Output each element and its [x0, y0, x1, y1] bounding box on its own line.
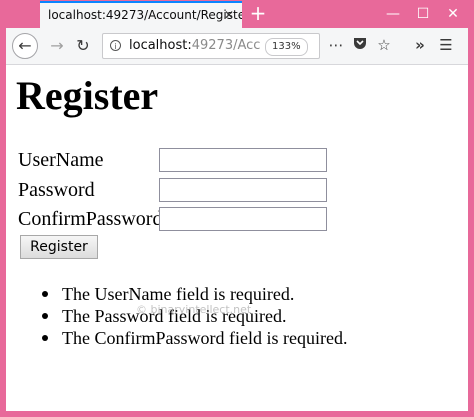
tab-title: localhost:49273/Account/Register — [48, 8, 242, 22]
window-close-button[interactable]: ✕ — [438, 0, 468, 28]
validation-error: The UserName field is required. — [42, 283, 347, 305]
username-field[interactable] — [159, 148, 327, 172]
nav-toolbar: ← → ↻ i localhost:49273/Acc 133% ⋯ ☆ » ☰ — [6, 28, 468, 65]
tab-strip: localhost:49273/Account/Register ✕ + — ☐… — [6, 0, 468, 28]
overflow-icon[interactable]: » — [410, 36, 430, 54]
back-icon[interactable]: ← — [12, 33, 38, 59]
confirm-password-label: ConfirmPassword — [18, 208, 163, 230]
url-text[interactable]: localhost:49273/Acc — [129, 38, 261, 53]
menu-icon[interactable]: ☰ — [436, 36, 456, 54]
browser-window: localhost:49273/Account/Register ✕ + — ☐… — [6, 0, 468, 411]
url-bar[interactable]: i localhost:49273/Acc 133% — [102, 33, 320, 59]
info-icon[interactable]: i — [110, 40, 121, 51]
register-button[interactable]: Register — [20, 235, 98, 259]
reload-icon[interactable]: ↻ — [70, 33, 96, 59]
validation-error: The ConfirmPassword field is required. — [42, 327, 347, 349]
password-field[interactable] — [159, 178, 327, 202]
page-content: Register UserName Password ConfirmPasswo… — [6, 65, 468, 411]
confirm-password-field[interactable] — [159, 207, 327, 231]
page-title: Register — [16, 73, 159, 118]
minimize-button[interactable]: — — [378, 0, 408, 28]
validation-summary: The UserName field is required. The Pass… — [42, 283, 347, 349]
watermark: © binaryintellect.net — [136, 303, 252, 316]
zoom-indicator[interactable]: 133% — [265, 38, 308, 56]
bookmark-star-icon[interactable]: ☆ — [374, 36, 394, 54]
new-tab-button[interactable]: + — [246, 2, 270, 26]
forward-icon[interactable]: → — [44, 33, 70, 59]
browser-tab[interactable]: localhost:49273/Account/Register ✕ — [40, 1, 242, 28]
maximize-button[interactable]: ☐ — [408, 0, 438, 28]
username-label: UserName — [18, 149, 104, 171]
password-label: Password — [18, 179, 95, 201]
pocket-icon[interactable] — [350, 36, 370, 54]
page-actions-icon[interactable]: ⋯ — [326, 36, 346, 54]
close-icon[interactable]: ✕ — [224, 3, 234, 27]
